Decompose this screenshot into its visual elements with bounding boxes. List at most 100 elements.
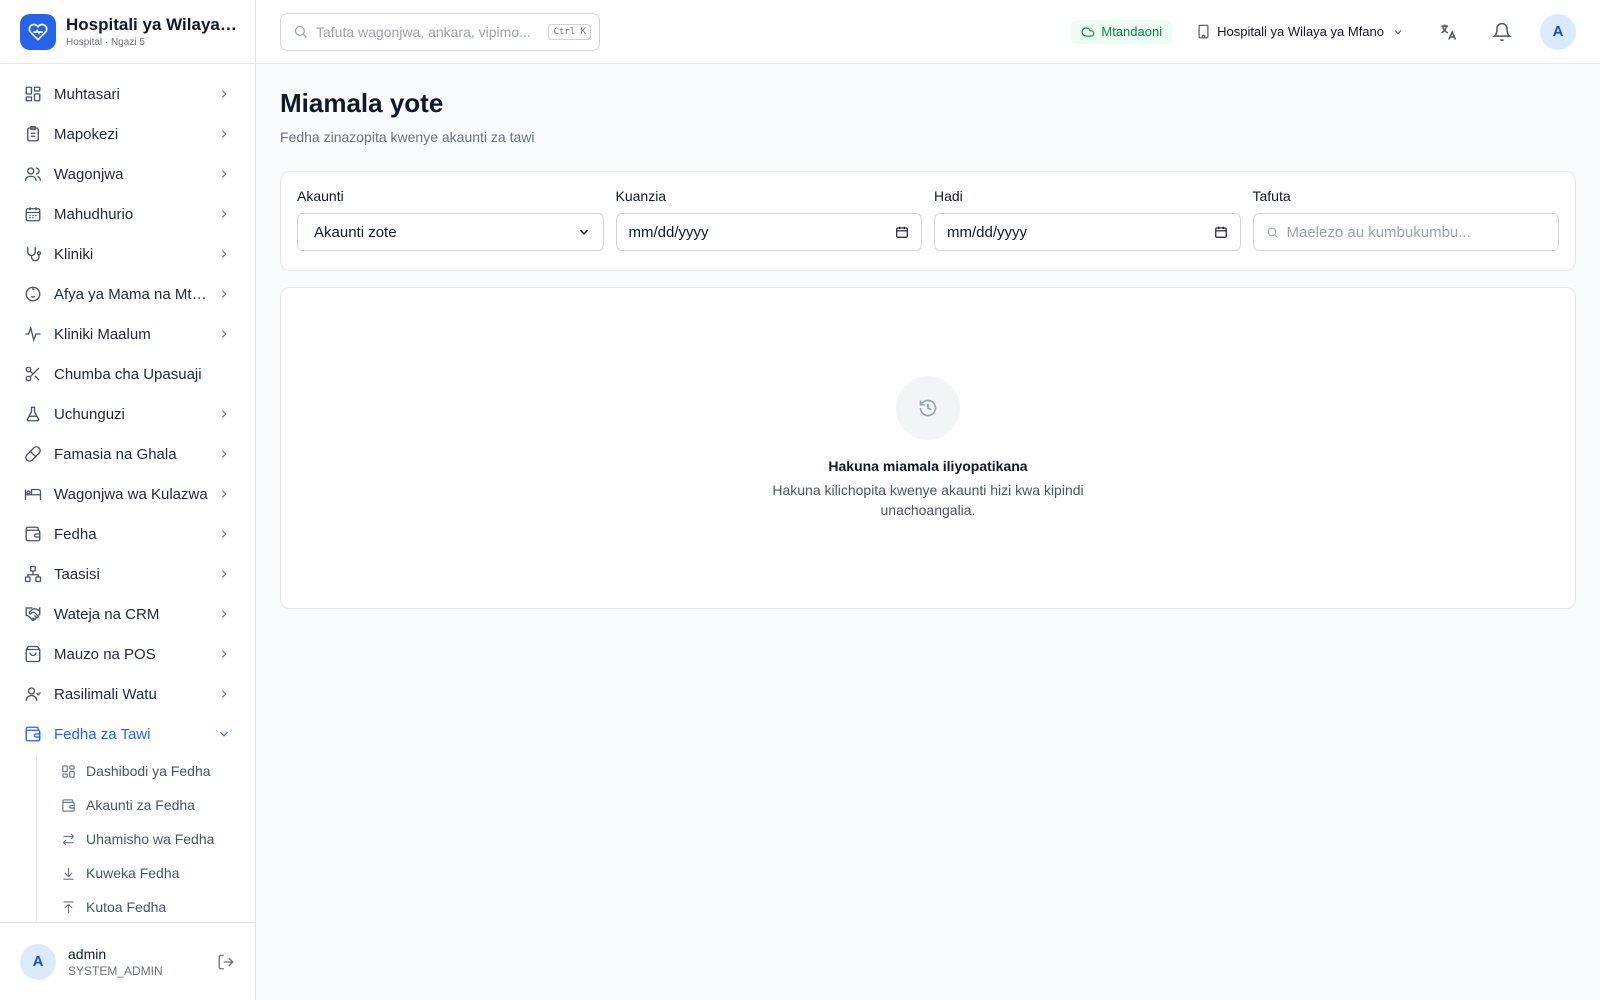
building-icon	[1198, 24, 1209, 39]
main-content: Miamala yote Fedha zinazopita kwenye aka…	[280, 64, 1576, 609]
chevron-right-icon	[221, 530, 227, 538]
sidebar-item-afya-mama-mtoto[interactable]: Afya ya Mama na Mtoto	[0, 274, 255, 314]
sidebar-item-wagonjwa[interactable]: Wagonjwa	[0, 154, 255, 194]
chevron-right-icon	[221, 330, 227, 338]
to-date-input[interactable]: mm/dd/yyyy	[934, 213, 1241, 251]
sidebar-item-kliniki-maalum[interactable]: Kliniki Maalum	[0, 314, 255, 354]
subitem-label: Kuweka Fedha	[86, 865, 180, 881]
chevron-right-icon	[221, 210, 227, 218]
chevron-down-icon	[220, 731, 228, 737]
to-date-label: Hadi	[934, 188, 963, 204]
user-role: SYSTEM_ADMIN	[68, 963, 163, 978]
sidebar-item-mahudhurio[interactable]: Mahudhurio	[0, 194, 255, 234]
sidebar-item-uchunguzi[interactable]: Uchunguzi	[0, 394, 255, 434]
from-date-label: Kuanzia	[615, 188, 667, 204]
sidebar-item-label: Chumba cha Upasuaji	[54, 365, 202, 383]
subitem-label: Akaunti za Fedha	[86, 797, 195, 813]
bell-icon[interactable]	[1492, 22, 1512, 42]
sidebar-item-label: Kliniki Maalum	[54, 325, 151, 343]
empty-state-description: Hakuna kilichopita kwenye akaunti hizi k…	[772, 482, 1084, 518]
chevron-right-icon	[221, 290, 227, 298]
user-panel: A admin SYSTEM_ADMIN	[0, 922, 255, 1000]
account-select[interactable]: Akaunti zote	[297, 213, 604, 251]
sidebar-nav: Muhtasari Mapokezi Wagonjwa Mahudhurio K…	[0, 64, 255, 924]
sidebar-item-chumba-upasuaji[interactable]: Chumba cha Upasuaji	[0, 354, 255, 394]
sidebar-item-famasia-ghala[interactable]: Famasia na Ghala	[0, 434, 255, 474]
from-date-value: mm/dd/yyyy	[628, 223, 709, 241]
sidebar: Hospitali ya Wilaya ya Mfano Hospital · …	[0, 0, 256, 1000]
branch-name: Hospitali ya Wilaya ya Mfano	[1217, 24, 1384, 39]
top-header: Ctrl K Mtandaoni Hospitali ya Wilaya ya …	[256, 0, 1600, 64]
users-icon	[24, 167, 42, 181]
sidebar-item-mapokezi[interactable]: Mapokezi	[0, 114, 255, 154]
sidebar-item-label: Uchunguzi	[54, 405, 125, 423]
status-text: Mtandaoni	[1101, 24, 1163, 39]
from-date-input[interactable]: mm/dd/yyyy	[615, 213, 922, 251]
chevron-down-icon	[579, 229, 588, 235]
sidebar-item-wateja-crm[interactable]: Wateja na CRM	[0, 594, 255, 634]
sidebar-item-label: Fedha za Tawi	[54, 725, 151, 743]
empty-state-badge	[896, 376, 960, 440]
sidebar-item-muhtasari[interactable]: Muhtasari	[0, 74, 255, 114]
sidebar-item-kliniki[interactable]: Kliniki	[0, 234, 255, 274]
status-badge: Mtandaoni	[1071, 19, 1173, 44]
clipboard-icon	[27, 125, 39, 142]
shortcut-hint: Ctrl K	[548, 23, 591, 40]
subitem-akaunti-fedha[interactable]: Akaunti za Fedha	[37, 788, 255, 822]
sidebar-item-label: Muhtasari	[54, 85, 120, 103]
account-label: Akaunti	[297, 188, 344, 204]
avatar[interactable]: A	[20, 943, 56, 980]
transactions-search-input[interactable]: Maelezo au kumbukumbu...	[1252, 213, 1559, 251]
bed-icon	[24, 488, 42, 500]
global-search-input[interactable]	[316, 23, 549, 40]
subitem-label: Uhamisho wa Fedha	[86, 831, 215, 847]
grid-icon	[25, 86, 41, 102]
search-icon	[1267, 227, 1278, 238]
sidebar-item-label: Mahudhurio	[54, 205, 134, 223]
scissors-icon	[25, 366, 40, 382]
to-date-value: mm/dd/yyyy	[947, 223, 1028, 241]
branch-selector[interactable]: Hospitali ya Wilaya ya Mfano	[1196, 24, 1404, 39]
subitem-uhamisho-fedha[interactable]: Uhamisho wa Fedha	[37, 822, 255, 856]
account-filter: Akaunti Akaunti zote	[297, 188, 604, 254]
transfer-icon	[62, 832, 75, 846]
brand[interactable]: Hospitali ya Wilaya ya Mfano Hospital · …	[0, 0, 255, 64]
calendar-icon[interactable]	[895, 225, 909, 239]
sidebar-item-mauzo-pos[interactable]: Mauzo na POS	[0, 634, 255, 674]
chevron-down-icon	[1394, 29, 1402, 34]
global-search[interactable]: Ctrl K	[280, 12, 600, 51]
user-name: admin	[68, 945, 107, 962]
sidebar-item-label: Taasisi	[54, 565, 100, 583]
chevron-right-icon	[221, 130, 227, 138]
from-date-filter: Kuanzia mm/dd/yyyy	[615, 188, 922, 254]
sidebar-item-label: Mapokezi	[54, 125, 119, 143]
upload-icon	[63, 900, 74, 913]
sidebar-item-taasisi[interactable]: Taasisi	[0, 554, 255, 594]
chevron-right-icon	[221, 650, 227, 658]
header-avatar[interactable]: A	[1540, 13, 1576, 50]
chevron-right-icon	[221, 490, 227, 498]
wallet-icon	[62, 798, 75, 812]
sidebar-item-wagonjwa-kulazwa[interactable]: Wagonjwa wa Kulazwa	[0, 474, 255, 514]
subitem-label: Kutoa Fedha	[86, 899, 167, 915]
chevron-right-icon	[221, 610, 227, 618]
sidebar-item-rasilimali-watu[interactable]: Rasilimali Watu	[0, 674, 255, 714]
sidebar-item-fedha-za-tawi[interactable]: Fedha za Tawi	[0, 714, 255, 754]
translate-icon[interactable]	[1438, 22, 1458, 42]
subitem-dashibodi-fedha[interactable]: Dashibodi ya Fedha	[37, 754, 255, 788]
sidebar-item-fedha[interactable]: Fedha	[0, 514, 255, 554]
subitem-kuweka-fedha[interactable]: Kuweka Fedha	[37, 856, 255, 890]
chevron-right-icon	[221, 90, 227, 98]
search-icon	[294, 25, 307, 38]
history-icon	[919, 399, 937, 417]
chevron-right-icon	[221, 690, 227, 698]
heart-logo-icon	[20, 13, 56, 50]
brand-name: Hospitali ya Wilaya ya Mfano	[66, 15, 235, 34]
chevron-right-icon	[221, 170, 227, 178]
search-label: Tafuta	[1252, 188, 1291, 204]
calendar-icon[interactable]	[1214, 225, 1228, 239]
chevron-right-icon	[221, 570, 227, 578]
subitem-kutoa-fedha[interactable]: Kutoa Fedha	[37, 890, 255, 924]
logout-icon[interactable]	[217, 953, 235, 971]
empty-state: Hakuna miamala iliyopatikana Hakuna kili…	[280, 287, 1576, 609]
